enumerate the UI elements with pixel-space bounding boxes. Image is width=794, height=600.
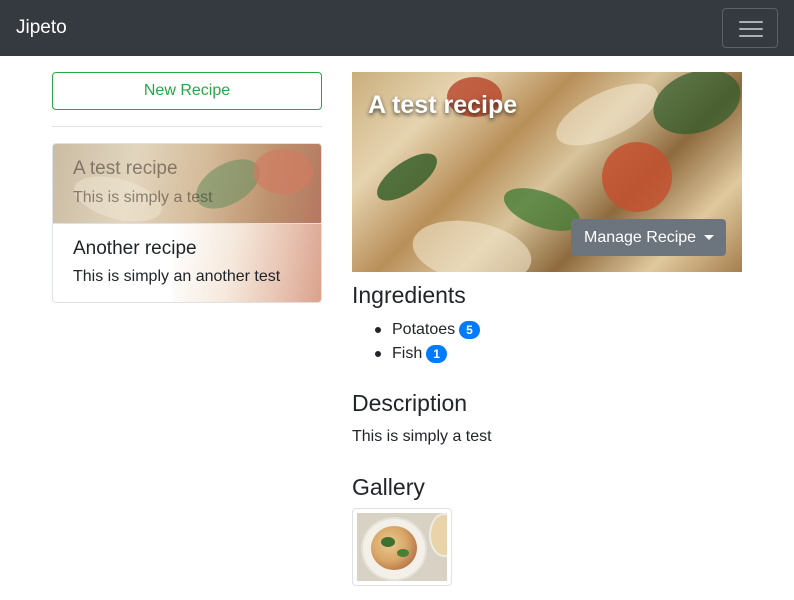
bullet-icon	[375, 351, 381, 357]
bullet-icon	[375, 327, 381, 333]
recipe-item-description: This is simply an another test	[73, 268, 281, 285]
recipe-card-background-image	[173, 224, 321, 302]
greens-image-detail	[381, 537, 395, 547]
recipe-item-title: Another recipe	[73, 238, 197, 259]
recipe-list-item[interactable]: Another recipe This is simply an another…	[53, 223, 321, 302]
recipe-list-item-active[interactable]: A test recipe This is simply a test	[53, 144, 321, 223]
food-image-detail	[369, 144, 445, 210]
ingredients-list: Potatoes 5 Fish 1	[375, 318, 480, 366]
recipe-description: This is simply a test	[352, 428, 492, 445]
hamburger-menu-icon	[739, 28, 763, 30]
ingredient-amount-badge: 5	[459, 320, 480, 339]
recipe-item-description: This is simply a test	[73, 189, 213, 206]
recipe-card-overlay	[53, 144, 321, 223]
pasta-image-detail	[371, 526, 417, 570]
hamburger-menu-icon	[739, 35, 763, 37]
greens-image-detail	[397, 549, 409, 557]
navbar: Jipeto	[0, 0, 794, 56]
hamburger-menu-icon	[739, 21, 763, 23]
recipe-hero-image: A test recipe Manage Recipe	[352, 72, 742, 272]
food-image-detail	[592, 132, 682, 222]
food-image-detail	[644, 72, 742, 146]
description-heading: Description	[352, 390, 468, 416]
ingredient-item: Potatoes 5	[375, 318, 480, 342]
caret-down-icon	[704, 235, 714, 240]
food-image-detail	[407, 212, 537, 272]
sidebar-divider	[52, 126, 322, 127]
ingredient-name: Potatoes	[392, 321, 456, 338]
ingredient-name: Fish	[392, 345, 423, 362]
recipe-title: A test recipe	[368, 91, 518, 119]
recipe-item-title: A test recipe	[73, 158, 178, 179]
gallery-heading: Gallery	[352, 474, 425, 500]
brand-link[interactable]: Jipeto	[16, 16, 67, 40]
manage-recipe-label: Manage Recipe	[584, 229, 697, 246]
manage-recipe-dropdown-button[interactable]: Manage Recipe	[571, 219, 726, 256]
ingredients-heading: Ingredients	[352, 282, 466, 308]
gallery-thumbnail[interactable]	[352, 508, 452, 586]
recipe-list: A test recipe This is simply a test Anot…	[52, 143, 322, 303]
ingredient-amount-badge: 1	[426, 344, 447, 363]
gallery-image	[357, 513, 447, 581]
ingredient-item: Fish 1	[375, 342, 480, 366]
bowl-image-detail	[429, 513, 447, 557]
navbar-toggler-button[interactable]	[722, 8, 778, 48]
new-recipe-button[interactable]: New Recipe	[52, 72, 322, 110]
